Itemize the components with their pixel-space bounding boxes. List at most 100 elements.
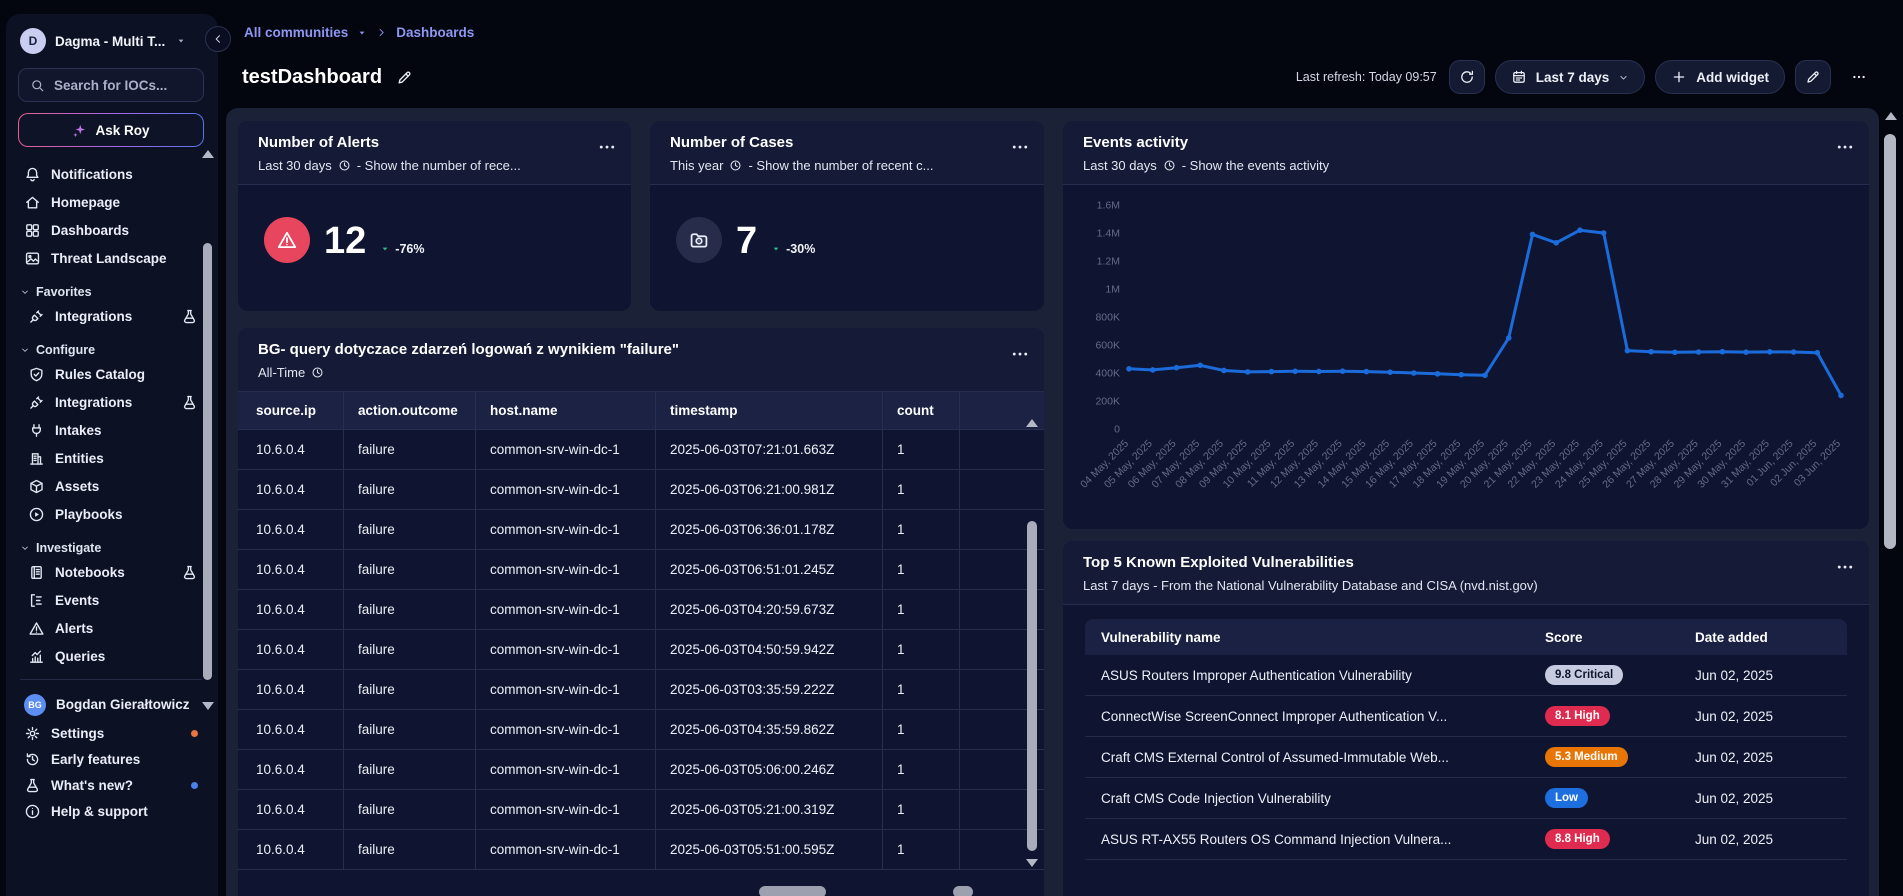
score-cell: 9.8 Critical	[1529, 665, 1679, 685]
scroll-up-arrow[interactable]	[1885, 112, 1897, 120]
scroll-down-arrow[interactable]	[1026, 859, 1038, 867]
org-avatar: D	[20, 28, 46, 54]
sidebar-item-alerts[interactable]: Alerts	[18, 614, 204, 642]
sidebar-collapse-button[interactable]	[205, 26, 231, 52]
sidebar-item-assets[interactable]: Assets	[18, 472, 204, 500]
table-cell: 10.6.0.4	[238, 670, 344, 710]
table-cell: 2025-06-03T05:51:00.595Z	[656, 830, 883, 870]
sidebar-nav-sections: Favorites Integrations Configure Rules Cata…	[18, 285, 204, 670]
table-cell: 1	[883, 470, 960, 510]
table-cell: common-srv-win-dc-1	[476, 670, 656, 710]
widget-title: Number of Alerts	[258, 134, 583, 151]
table-scrollbar-thumb[interactable]	[1027, 521, 1037, 851]
search-placeholder: Search for IOCs...	[54, 78, 167, 93]
scroll-up-arrow[interactable]	[1026, 419, 1038, 427]
table-cell: 2025-06-03T04:50:59.942Z	[656, 630, 883, 670]
table-cell: 2025-06-03T05:21:00.319Z	[656, 790, 883, 830]
table-cell: failure	[344, 470, 476, 510]
add-widget-button[interactable]: Add widget	[1655, 60, 1785, 94]
horizontal-scrollbar-thumb[interactable]	[759, 886, 826, 896]
widget-number-of-alerts: Number of Alerts Last 30 days - Show the…	[238, 121, 631, 311]
sidebar-item-integrations[interactable]: Integrations	[18, 302, 204, 330]
image-icon	[24, 250, 41, 267]
widget-menu-icon[interactable]	[1010, 137, 1030, 157]
sidebar-item-rules-catalog[interactable]: Rules Catalog	[18, 360, 204, 388]
table-row: 10.6.0.4failurecommon-srv-win-dc-12025-0…	[238, 710, 1044, 750]
add-widget-label: Add widget	[1696, 70, 1769, 85]
vulnerability-name[interactable]: Craft CMS External Control of Assumed-Im…	[1085, 750, 1529, 765]
table-row: 10.6.0.4failurecommon-srv-win-dc-12025-0…	[238, 750, 1044, 790]
plus-icon	[1671, 69, 1687, 85]
vulnerability-name[interactable]: ASUS RT-AX55 Routers OS Command Injectio…	[1085, 832, 1529, 847]
sidebar-item-label: Threat Landscape	[51, 251, 167, 266]
trend-down-icon	[771, 244, 781, 254]
sidebar-item-help-support[interactable]: Help & support	[18, 798, 204, 824]
sidebar-scrollbar-thumb[interactable]	[203, 243, 212, 680]
table-cell: 2025-06-03T06:36:01.178Z	[656, 510, 883, 550]
widget-menu-icon[interactable]	[1010, 344, 1030, 364]
score-cell: 8.1 High	[1529, 706, 1679, 726]
horizontal-scroll-button[interactable]	[953, 886, 973, 896]
widget-menu-icon[interactable]	[1835, 137, 1855, 157]
time-range-select[interactable]: Last 7 days	[1495, 60, 1646, 94]
widget-subtitle: Last 30 days - Show the events activity	[1083, 158, 1821, 173]
search-input[interactable]: Search for IOCs...	[18, 68, 204, 102]
chevron-down-icon	[20, 345, 30, 355]
sidebar-item-label: Bogdan Gierałtowicz	[56, 697, 190, 712]
page-scrollbar-thumb[interactable]	[1884, 134, 1896, 549]
sidebar-item-notifications[interactable]: Notifications	[18, 160, 204, 188]
scroll-up-arrow[interactable]	[202, 150, 214, 158]
column-header-count: count	[883, 392, 960, 430]
caret-down-icon[interactable]	[357, 28, 367, 38]
sidebar-item-what-s-new[interactable]: What's new?	[18, 772, 204, 798]
dashboard-canvas: Number of Alerts Last 30 days - Show the…	[226, 108, 1879, 896]
refresh-button[interactable]	[1449, 60, 1485, 94]
sidebar-item-early-features[interactable]: Early features	[18, 746, 204, 772]
edit-dashboard-button[interactable]	[1795, 60, 1831, 94]
sidebar-item-playbooks[interactable]: Playbooks	[18, 500, 204, 528]
table-cell: 2025-06-03T03:35:59.222Z	[656, 670, 883, 710]
sidebar-item-bogdan-giera-towicz[interactable]: BGBogdan Gierałtowicz	[18, 689, 204, 720]
org-switcher[interactable]: D Dagma - Multi T...	[18, 26, 204, 56]
sidebar-item-queries[interactable]: Queries	[18, 642, 204, 670]
table-row: 10.6.0.4failurecommon-srv-win-dc-12025-0…	[238, 670, 1044, 710]
table-cell: failure	[344, 430, 476, 470]
section-header-investigate[interactable]: Investigate	[20, 541, 204, 555]
table-cell: 2025-06-03T05:06:00.246Z	[656, 750, 883, 790]
vulnerability-name[interactable]: ConnectWise ScreenConnect Improper Authe…	[1085, 709, 1529, 724]
table-row: 10.6.0.4failurecommon-srv-win-dc-12025-0…	[238, 590, 1044, 630]
sidebar-item-label: Alerts	[55, 621, 93, 636]
section-items-configure: Rules CatalogIntegrationsIntakesEntities…	[18, 360, 204, 528]
edit-title-icon[interactable]	[396, 69, 413, 86]
sidebar-item-intakes[interactable]: Intakes	[18, 416, 204, 444]
breadcrumb-dashboards[interactable]: Dashboards	[396, 25, 474, 40]
vulnerability-name[interactable]: Craft CMS Code Injection Vulnerability	[1085, 791, 1529, 806]
table-row: ConnectWise ScreenConnect Improper Authe…	[1085, 696, 1847, 737]
widget-bg-query-table: BG- query dotyczace zdarzeń logowań z wy…	[238, 328, 1044, 896]
column-header-date-added: Date added	[1679, 630, 1847, 645]
sidebar-item-integrations[interactable]: Integrations	[18, 388, 204, 416]
scroll-down-arrow[interactable]	[202, 702, 214, 710]
notification-dot	[191, 730, 198, 737]
sidebar-item-settings[interactable]: Settings	[18, 720, 204, 746]
sidebar-item-notebooks[interactable]: Notebooks	[18, 558, 204, 586]
vulnerability-name[interactable]: ASUS Routers Improper Authentication Vul…	[1085, 668, 1529, 683]
dashboard-more-button[interactable]	[1841, 60, 1877, 94]
sidebar-item-dashboards[interactable]: Dashboards	[18, 216, 204, 244]
sidebar-item-events[interactable]: Events	[18, 586, 204, 614]
alert-triangle-icon	[276, 229, 298, 251]
sparkle-icon	[72, 123, 87, 138]
breadcrumb-all-communities[interactable]: All communities	[244, 25, 348, 40]
section-header-configure[interactable]: Configure	[20, 343, 204, 357]
sidebar-item-label: Integrations	[55, 309, 132, 324]
table-cell: failure	[344, 510, 476, 550]
sidebar-item-threat-landscape[interactable]: Threat Landscape	[18, 244, 204, 272]
widget-menu-icon[interactable]	[597, 137, 617, 157]
events-table: source.ipaction.outcomehost.nametimestam…	[238, 392, 1044, 870]
sidebar-item-entities[interactable]: Entities	[18, 444, 204, 472]
widget-number-of-cases: Number of Cases This year - Show the num…	[650, 121, 1044, 311]
section-header-favorites[interactable]: Favorites	[20, 285, 204, 299]
widget-menu-icon[interactable]	[1835, 557, 1855, 577]
ask-roy-button[interactable]: Ask Roy	[18, 113, 204, 147]
sidebar-item-homepage[interactable]: Homepage	[18, 188, 204, 216]
